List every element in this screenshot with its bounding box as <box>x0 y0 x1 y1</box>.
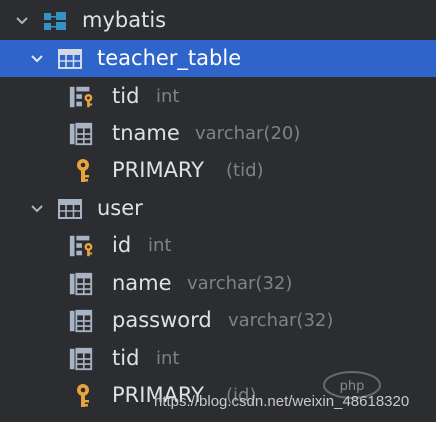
watermark-url: https://blog.csdn.net/weixin_48618320 <box>154 393 410 410</box>
tree-node-user-table[interactable]: user <box>0 190 436 227</box>
key-icon <box>70 383 96 409</box>
tree-node-column[interactable]: name varchar(32) <box>0 265 436 302</box>
tree-node-index[interactable]: PRIMARY (tid) <box>0 152 436 189</box>
column-icon <box>68 346 94 372</box>
tree-node-column[interactable]: password varchar(32) <box>0 302 436 339</box>
column-type: int <box>148 235 172 256</box>
chevron-down-icon[interactable] <box>27 199 47 219</box>
svg-text:php: php <box>340 379 365 394</box>
database-schema-icon <box>42 8 68 34</box>
column-name: name <box>112 271 172 295</box>
column-name: tid <box>112 84 140 108</box>
tree-node-column[interactable]: tname varchar(20) <box>0 115 436 152</box>
index-name: PRIMARY <box>112 158 205 182</box>
column-name: id <box>112 233 132 257</box>
table-icon <box>57 196 83 222</box>
column-name: password <box>112 308 212 332</box>
tree-node-label: user <box>97 196 143 220</box>
key-icon <box>70 158 96 184</box>
column-type: varchar(20) <box>195 123 301 144</box>
column-icon <box>68 271 94 297</box>
index-columns: (tid) <box>226 160 264 181</box>
primary-key-column-icon <box>68 233 94 259</box>
table-icon <box>57 46 83 72</box>
chevron-down-icon[interactable] <box>12 11 32 31</box>
tree-node-column[interactable]: tid int <box>0 78 436 115</box>
tree-node-label: mybatis <box>82 8 167 32</box>
tree-node-teacher-table[interactable]: teacher_table <box>0 40 436 77</box>
tree-node-label: teacher_table <box>97 46 242 70</box>
tree-node-column[interactable]: id int <box>0 227 436 264</box>
column-type: int <box>156 348 180 369</box>
column-icon <box>68 121 94 147</box>
column-type: int <box>156 86 180 107</box>
column-name: tid <box>112 346 140 370</box>
database-tree: mybatis teacher_table tid int tname varc… <box>0 0 436 422</box>
column-icon <box>68 308 94 334</box>
chevron-down-icon[interactable] <box>27 49 47 69</box>
column-type: varchar(32) <box>187 273 293 294</box>
primary-key-column-icon <box>68 84 94 110</box>
tree-node-mybatis[interactable]: mybatis <box>0 2 436 39</box>
column-type: varchar(32) <box>228 310 334 331</box>
column-name: tname <box>112 121 180 145</box>
